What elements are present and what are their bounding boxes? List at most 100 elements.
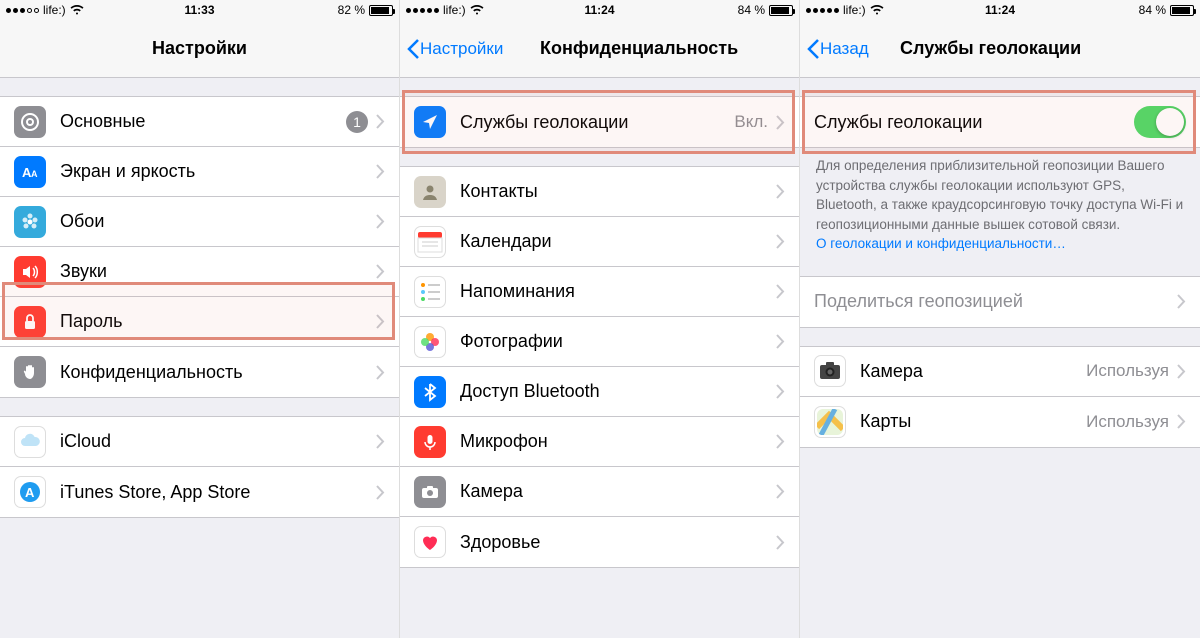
row-label: Поделиться геопозицией xyxy=(814,291,1177,312)
row-label: Фотографии xyxy=(460,331,776,352)
row-privacy[interactable]: Конфиденциальность xyxy=(0,347,399,397)
svg-text:A: A xyxy=(31,169,38,179)
row-label: Доступ Bluetooth xyxy=(460,381,776,402)
row-label: Обои xyxy=(60,211,376,232)
photos-icon xyxy=(414,326,446,358)
row-value: Вкл. xyxy=(734,112,768,132)
chevron-right-icon xyxy=(1177,364,1186,379)
row-sounds[interactable]: Звуки xyxy=(0,247,399,297)
row-label: iTunes Store, App Store xyxy=(60,482,376,503)
nav-bar: Назад Службы геолокации xyxy=(800,20,1200,78)
chevron-right-icon xyxy=(376,214,385,229)
row-calendars[interactable]: Календари xyxy=(400,217,799,267)
flower-icon xyxy=(14,206,46,238)
camera-icon xyxy=(414,476,446,508)
status-time: 11:24 xyxy=(800,3,1200,17)
chevron-right-icon xyxy=(776,434,785,449)
row-microphone[interactable]: Микрофон xyxy=(400,417,799,467)
row-label: Камера xyxy=(860,361,1086,382)
svg-text:A: A xyxy=(25,485,35,500)
row-label: Календари xyxy=(460,231,776,252)
row-label: Напоминания xyxy=(460,281,776,302)
back-label: Назад xyxy=(820,39,869,59)
row-value: Используя xyxy=(1086,412,1169,432)
about-location-link[interactable]: О геолокации и конфиденциальности… xyxy=(816,236,1066,251)
row-label: Камера xyxy=(460,481,776,502)
row-app-maps[interactable]: Карты Используя xyxy=(800,397,1200,447)
row-label: Службы геолокации xyxy=(460,112,734,133)
status-bar: life:) 11:24 84 % xyxy=(800,0,1200,20)
row-health[interactable]: Здоровье xyxy=(400,517,799,567)
chevron-right-icon xyxy=(776,184,785,199)
back-button[interactable]: Настройки xyxy=(406,38,503,60)
row-label: Микрофон xyxy=(460,431,776,452)
health-icon xyxy=(414,526,446,558)
chevron-right-icon xyxy=(776,234,785,249)
appstore-icon: A xyxy=(14,476,46,508)
back-button[interactable]: Назад xyxy=(806,38,869,60)
row-label: Основные xyxy=(60,111,346,132)
reminders-icon xyxy=(414,276,446,308)
cloud-icon xyxy=(14,426,46,458)
row-label: Конфиденциальность xyxy=(60,362,376,383)
chevron-right-icon xyxy=(776,115,785,130)
row-label: Контакты xyxy=(460,181,776,202)
nav-bar: Настройки Конфиденциальность xyxy=(400,20,799,78)
row-location-toggle: Службы геолокации xyxy=(800,97,1200,147)
row-share-location[interactable]: Поделиться геопозицией xyxy=(800,277,1200,327)
row-app-camera[interactable]: Камера Используя xyxy=(800,347,1200,397)
microphone-icon xyxy=(414,426,446,458)
contacts-icon xyxy=(414,176,446,208)
row-passcode[interactable]: Пароль xyxy=(0,297,399,347)
speaker-icon xyxy=(14,256,46,288)
chevron-right-icon xyxy=(1177,294,1186,309)
status-bar: life:) 11:33 82 % xyxy=(0,0,399,20)
status-bar: life:) 11:24 84 % xyxy=(400,0,799,20)
row-contacts[interactable]: Контакты xyxy=(400,167,799,217)
chevron-right-icon xyxy=(776,484,785,499)
maps-app-icon xyxy=(814,406,846,438)
chevron-right-icon xyxy=(776,535,785,550)
location-description: Для определения приблизительной геопозиц… xyxy=(800,148,1200,258)
battery-icon xyxy=(369,5,393,16)
row-wallpaper[interactable]: Обои xyxy=(0,197,399,247)
status-time: 11:24 xyxy=(400,3,799,17)
row-reminders[interactable]: Напоминания xyxy=(400,267,799,317)
nav-bar: Настройки xyxy=(0,20,399,78)
chevron-right-icon xyxy=(376,164,385,179)
row-value: Используя xyxy=(1086,361,1169,381)
row-store[interactable]: A iTunes Store, App Store xyxy=(0,467,399,517)
row-bluetooth[interactable]: Доступ Bluetooth xyxy=(400,367,799,417)
badge: 1 xyxy=(346,111,368,133)
chevron-right-icon xyxy=(376,314,385,329)
chevron-right-icon xyxy=(376,485,385,500)
gear-icon xyxy=(14,106,46,138)
row-label: Звуки xyxy=(60,261,376,282)
row-location-services[interactable]: Службы геолокации Вкл. xyxy=(400,97,799,147)
battery-icon xyxy=(769,5,793,16)
row-label: Экран и яркость xyxy=(60,161,376,182)
row-camera[interactable]: Камера xyxy=(400,467,799,517)
location-services-toggle[interactable] xyxy=(1134,106,1186,138)
hand-icon xyxy=(14,356,46,388)
status-time: 11:33 xyxy=(0,3,399,17)
camera-app-icon xyxy=(814,355,846,387)
row-photos[interactable]: Фотографии xyxy=(400,317,799,367)
row-label: Здоровье xyxy=(460,532,776,553)
chevron-right-icon xyxy=(376,434,385,449)
bluetooth-icon xyxy=(414,376,446,408)
chevron-right-icon xyxy=(776,384,785,399)
chevron-right-icon xyxy=(376,264,385,279)
screen-privacy: life:) 11:24 84 % Настройки Конфиденциал… xyxy=(400,0,800,638)
row-label: Пароль xyxy=(60,311,376,332)
row-label: Карты xyxy=(860,411,1086,432)
row-display[interactable]: AA Экран и яркость xyxy=(0,147,399,197)
row-general[interactable]: Основные 1 xyxy=(0,97,399,147)
row-label: iCloud xyxy=(60,431,376,452)
chevron-right-icon xyxy=(776,284,785,299)
back-label: Настройки xyxy=(420,39,503,59)
location-arrow-icon xyxy=(414,106,446,138)
battery-icon xyxy=(1170,5,1194,16)
nav-title: Настройки xyxy=(0,38,399,59)
row-icloud[interactable]: iCloud xyxy=(0,417,399,467)
